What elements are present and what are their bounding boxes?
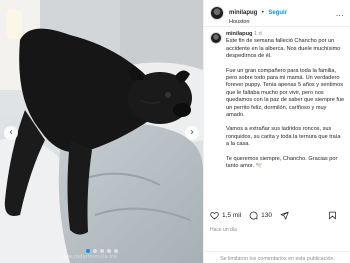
caption-paragraph-3: Vamos a extrañar sus ladridos roncos, su… <box>226 126 341 148</box>
heart-icon <box>210 212 219 220</box>
post-panel: minilapug • Seguir Houston ... minilapug… <box>203 0 350 263</box>
share-icon <box>280 211 289 220</box>
caption: minilapug 1 d Este fin de semana falleci… <box>226 31 345 171</box>
carousel-dot <box>106 249 111 253</box>
post-date[interactable]: Hace un día <box>210 227 237 233</box>
bookmark-icon <box>329 211 336 220</box>
post-photo: ‹ › www.radioformula.mx <box>0 0 203 263</box>
post-header: minilapug • Seguir Houston ... <box>204 0 350 27</box>
carousel-dot <box>92 249 97 253</box>
caption-author-avatar[interactable] <box>210 32 222 44</box>
save-button[interactable] <box>328 211 337 220</box>
carousel-dot <box>113 249 118 253</box>
carousel-dot <box>85 249 90 253</box>
post-actions: 1,5 mil 130 <box>210 211 345 220</box>
comment-button[interactable]: 130 <box>249 211 272 220</box>
caption-paragraph-4: Te queremos siempre, Chancho. Gracias po… <box>226 155 338 170</box>
pug-photo-illustration <box>0 0 203 263</box>
caption-paragraph-2: Fue un gran compañero para toda la famil… <box>226 67 345 119</box>
chevron-right-icon: › <box>190 127 194 138</box>
author-avatar[interactable] <box>210 6 224 20</box>
carousel-dot <box>99 249 104 253</box>
like-button[interactable]: 1,5 mil <box>210 211 241 220</box>
previous-photo-button[interactable]: ‹ <box>4 126 18 140</box>
post-caption-area: minilapug 1 d Este fin de semana falleci… <box>210 31 345 171</box>
carousel-indicator <box>0 249 203 253</box>
post-location[interactable]: Houston <box>229 19 287 25</box>
more-options-icon[interactable]: ... <box>336 9 344 18</box>
photo-watermark: www.radioformula.mx <box>60 254 118 260</box>
caption-paragraph-1: Este fin de semana falleció Chancho por … <box>226 38 341 60</box>
separator-dot: • <box>261 10 264 17</box>
comments-disabled-notice: Se limitaron los comentarios en esta pub… <box>204 251 350 263</box>
chevron-left-icon: ‹ <box>9 127 13 138</box>
share-button[interactable] <box>280 211 289 220</box>
caption-author-username[interactable]: minilapug <box>226 31 252 37</box>
comments-count: 130 <box>261 212 273 219</box>
author-username[interactable]: minilapug <box>229 10 257 16</box>
likes-count: 1,5 mil <box>222 212 242 219</box>
follow-button[interactable]: Seguir <box>268 10 287 16</box>
caption-time: 1 d <box>253 31 262 37</box>
comment-icon <box>249 211 258 220</box>
next-photo-button[interactable]: › <box>185 126 199 140</box>
